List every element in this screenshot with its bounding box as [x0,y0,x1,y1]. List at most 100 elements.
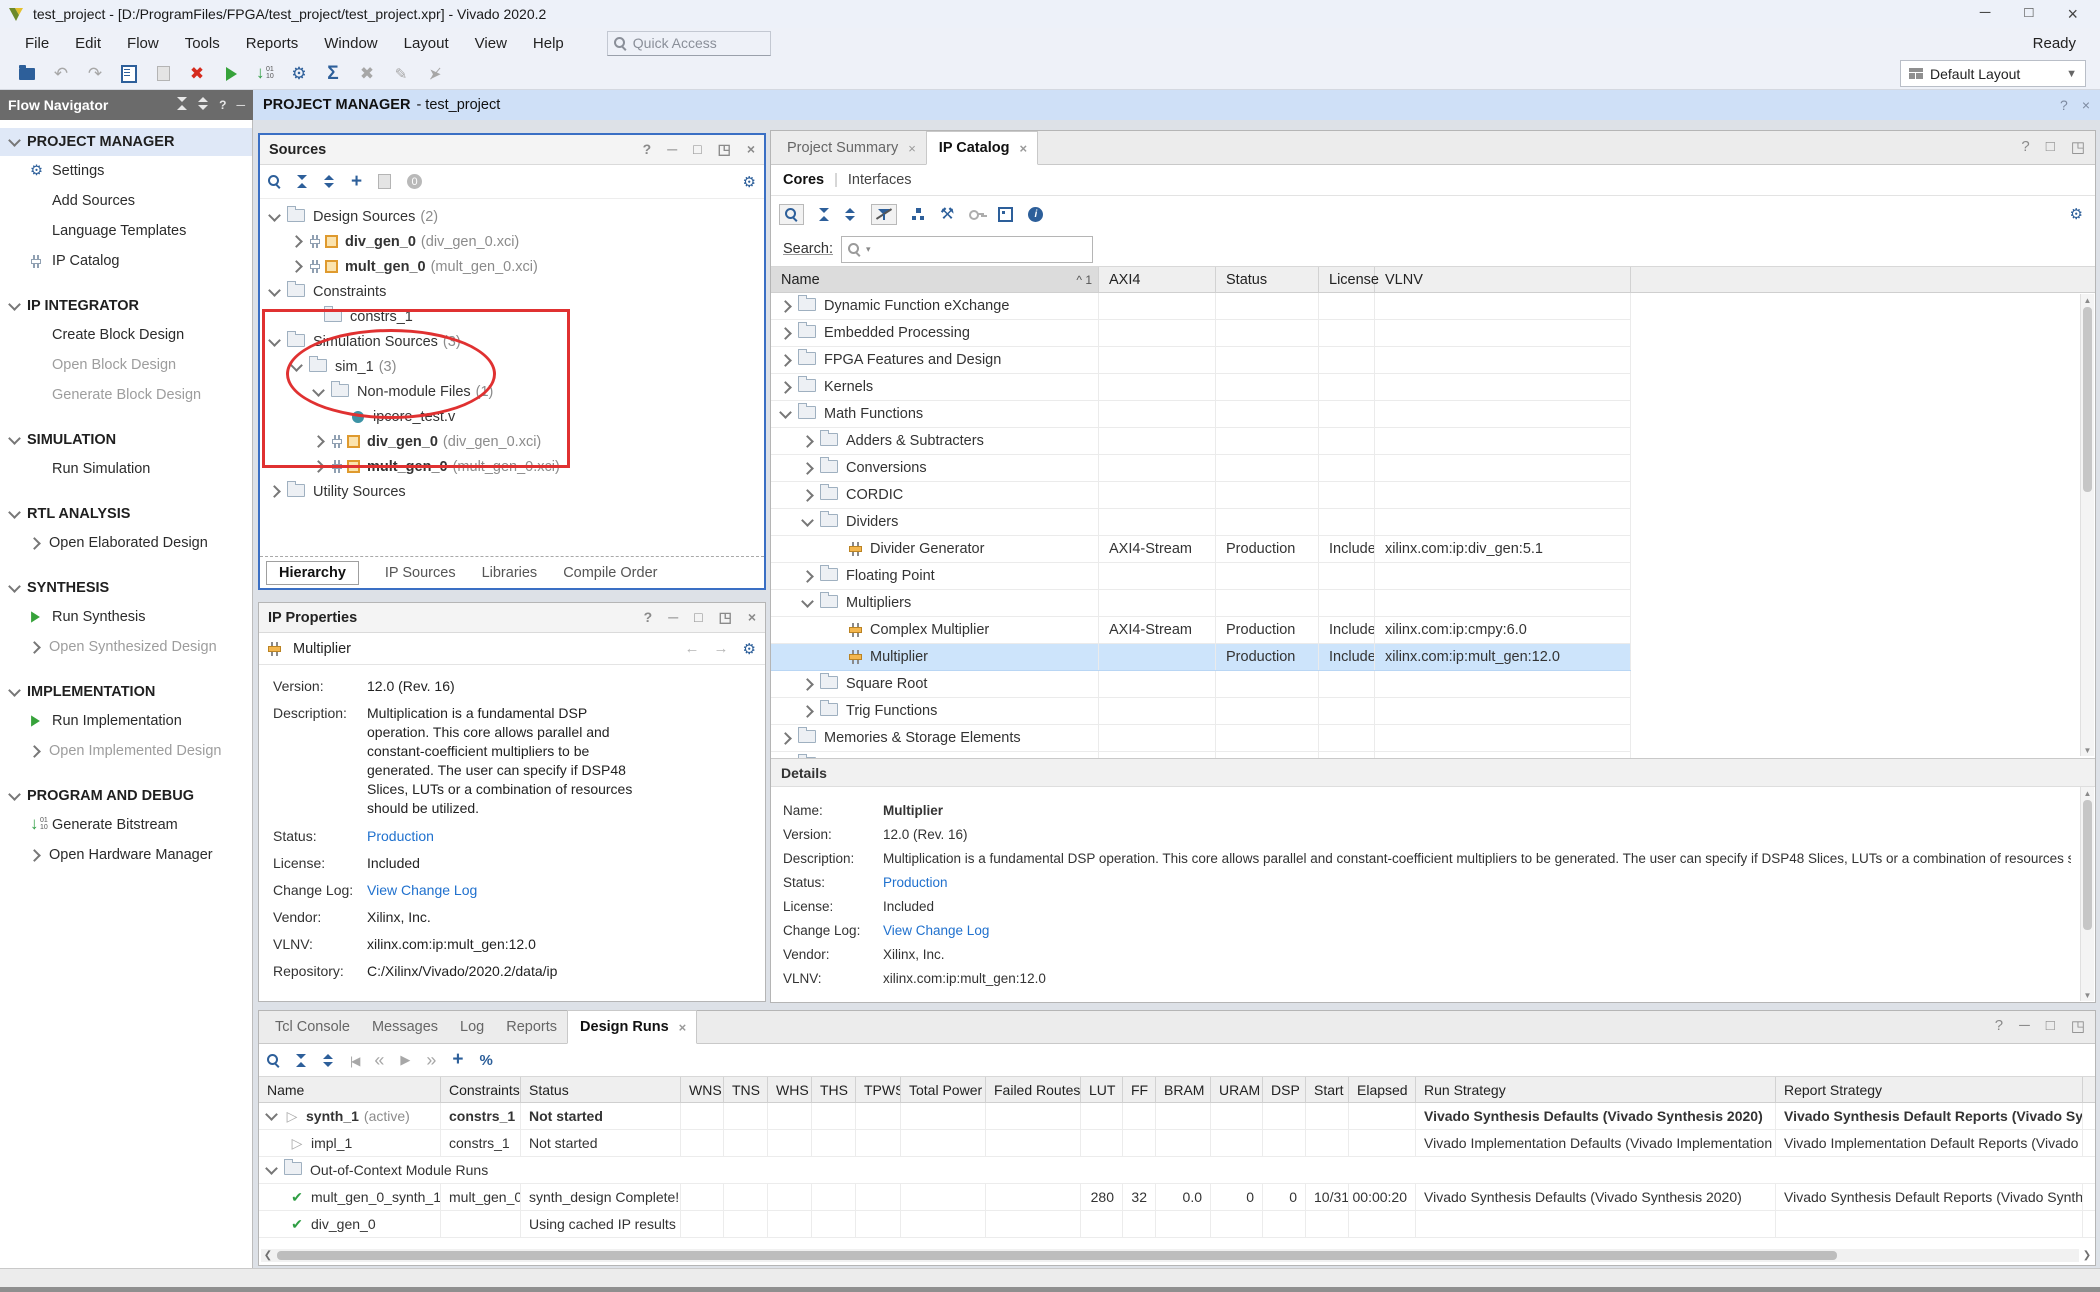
ip-properties-title-bar[interactable]: IP Properties [259,603,765,633]
back-icon[interactable] [685,640,700,657]
maximize-window-icon[interactable] [2024,4,2033,25]
column-header[interactable]: LUT [1081,1077,1123,1102]
table-row[interactable]: Math Functions [771,401,1631,428]
run-button[interactable] [214,61,248,87]
subtab-interfaces[interactable]: Interfaces [848,172,912,188]
chevron-down-icon[interactable] [312,384,325,397]
subtab-cores[interactable]: Cores [783,172,824,188]
column-header[interactable]: WNS [681,1077,724,1102]
tree-item-constrs-1[interactable]: constrs_1 [260,304,764,329]
tree-item-design-sources[interactable]: Design Sources(2) [260,204,764,229]
redo-button[interactable] [78,61,112,87]
column-axi4[interactable]: AXI4 [1099,267,1216,292]
tab-hierarchy[interactable]: Hierarchy [266,561,359,585]
collapse-all-icon[interactable] [819,208,830,221]
close-workspace-icon[interactable] [2082,97,2090,113]
menu-reports[interactable]: Reports [233,32,312,55]
tab-project-summary[interactable]: Project Summary [775,132,926,164]
expand-all-icon[interactable] [198,97,209,113]
chevron-right-icon[interactable] [312,435,325,448]
go-to-first-icon[interactable] [350,1052,358,1069]
tab-ip-sources[interactable]: IP Sources [385,565,456,581]
add-sources-icon[interactable] [351,171,362,193]
nav-item-ip-catalog[interactable]: IP Catalog [0,246,252,276]
help-icon[interactable] [2060,97,2068,113]
column-header[interactable]: Elapsed [1349,1077,1416,1102]
tree-item-sim-div-gen-0[interactable]: div_gen_0(div_gen_0.xci) [260,429,764,454]
filter-disabled-button[interactable] [871,204,897,225]
table-row[interactable]: Conversions [771,455,1631,482]
tab-messages[interactable]: Messages [360,1011,448,1043]
section-header-ip-integrator[interactable]: IP INTEGRATOR [0,292,252,320]
tab-compile-order[interactable]: Compile Order [563,565,657,581]
menu-flow[interactable]: Flow [114,32,172,55]
run-row-synth-1[interactable]: synth_1(active) constrs_1 Not started Vi… [259,1103,2095,1130]
maximize-panel-icon[interactable] [694,609,702,626]
details-vertical-scrollbar[interactable]: ▲ ▼ [2080,787,2094,1001]
report-utilization-button[interactable] [316,61,350,87]
menu-file[interactable]: File [12,32,62,55]
table-row-multiplier-selected[interactable]: MultiplierProductionIncludedxilinx.com:i… [771,644,1631,671]
table-row-complex-multiplier[interactable]: Complex MultiplierAXI4-StreamProductionI… [771,617,1631,644]
tree-item-sim-1[interactable]: sim_1(3) [260,354,764,379]
close-panel-icon[interactable] [747,141,755,158]
menu-layout[interactable]: Layout [391,32,462,55]
tab-libraries[interactable]: Libraries [482,565,538,581]
float-panel-icon[interactable] [719,609,732,626]
chevron-right-icon[interactable] [779,354,792,367]
tree-item-mult-gen-0[interactable]: mult_gen_0(mult_gen_0.xci) [260,254,764,279]
column-header[interactable]: FF [1123,1077,1156,1102]
tab-log[interactable]: Log [448,1011,494,1043]
table-row[interactable]: Square Root [771,671,1631,698]
copy-button[interactable] [146,61,180,87]
help-icon[interactable] [219,98,226,112]
menu-help[interactable]: Help [520,32,577,55]
minimize-panel-icon[interactable] [2019,1017,2030,1035]
settings-button[interactable] [282,61,316,87]
maximize-panel-icon[interactable] [2046,1017,2055,1035]
nav-item-generate-block-design[interactable]: Generate Block Design [0,380,252,410]
column-header[interactable]: Run Strategy [1416,1077,1776,1102]
chevron-down-icon[interactable] [801,514,814,527]
generate-bitstream-button[interactable] [248,61,282,87]
close-window-icon[interactable] [2067,4,2078,25]
run-row-impl-1[interactable]: impl_1 constrs_1 Not started Vivado Impl… [259,1130,2095,1157]
minimize-panel-icon[interactable] [667,141,677,158]
chevron-right-icon[interactable] [801,435,814,448]
column-header[interactable]: THS [812,1077,856,1102]
expand-all-icon[interactable] [324,175,335,188]
chevron-right-icon[interactable] [779,732,792,745]
tab-ip-catalog[interactable]: IP Catalog [926,131,1038,165]
chevron-right-icon[interactable] [801,462,814,475]
nav-item-open-hardware-manager[interactable]: Open Hardware Manager [0,840,252,870]
float-panel-icon[interactable] [2071,138,2085,156]
nav-item-run-simulation[interactable]: Run Simulation [0,454,252,484]
tree-item-sim-mult-gen-0[interactable]: mult_gen_0(mult_gen_0.xci) [260,454,764,479]
customize-ip-icon[interactable] [940,204,954,224]
delete-button[interactable] [180,61,214,87]
undo-button[interactable] [44,61,78,87]
column-header[interactable]: Constraints [441,1077,521,1102]
chevron-down-icon[interactable] [290,359,303,372]
table-row[interactable]: Dynamic Function eXchange [771,293,1631,320]
chevron-right-icon[interactable] [801,705,814,718]
nav-item-run-implementation[interactable]: Run Implementation [0,706,252,736]
close-tab-icon[interactable] [679,1020,687,1035]
table-row[interactable]: Memories & Storage Elements [771,725,1631,752]
status-link[interactable]: Production [367,827,667,845]
chip-icon[interactable] [998,207,1013,222]
tree-item-simulation-sources[interactable]: Simulation Sources(3) [260,329,764,354]
nav-item-open-synthesized-design[interactable]: Open Synthesized Design [0,632,252,662]
maximize-panel-icon[interactable] [2046,138,2055,156]
column-header[interactable]: Name [259,1077,441,1102]
help-icon[interactable] [644,609,653,626]
chevron-right-icon[interactable] [779,300,792,313]
column-header[interactable]: DSP [1263,1077,1306,1102]
column-header[interactable]: TNS [724,1077,768,1102]
column-header[interactable]: WHS [768,1077,812,1102]
chevron-down-icon[interactable] [268,209,281,222]
run-icon[interactable] [400,1052,410,1068]
layout-selector[interactable]: Default Layout ▼ [1900,60,2086,87]
nav-item-open-elaborated-design[interactable]: Open Elaborated Design [0,528,252,558]
run-row-div-gen-0[interactable]: div_gen_0 Using cached IP results [259,1211,2095,1238]
